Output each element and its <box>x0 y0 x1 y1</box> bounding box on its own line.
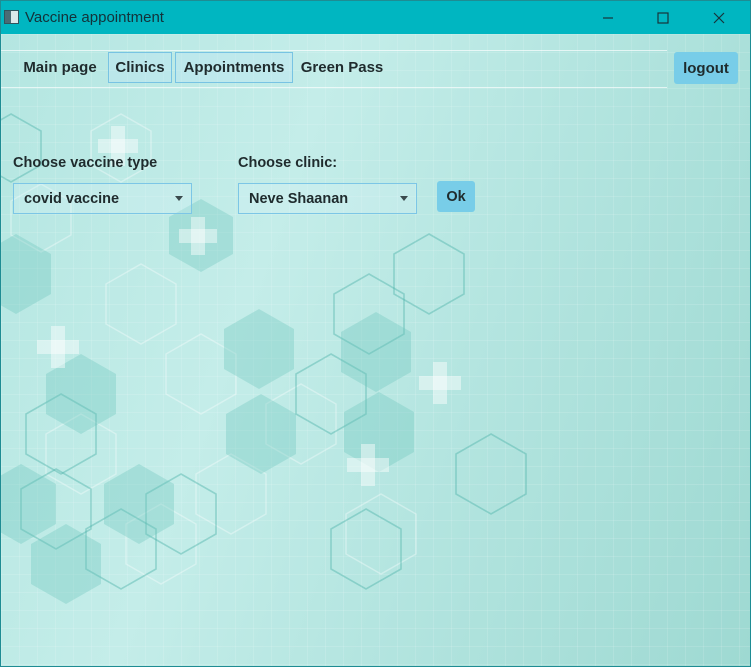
hexagon-background-pattern <box>1 113 527 604</box>
clinic-label: Choose clinic: <box>238 155 338 171</box>
vaccine-type-label: Choose vaccine type <box>13 155 158 171</box>
vaccine-type-select[interactable]: covid vaccine <box>13 183 192 214</box>
nav-green-pass[interactable]: Green Pass <box>299 52 385 83</box>
main-content: Main page Clinics Appointments Green Pas… <box>1 34 750 666</box>
close-icon <box>713 12 725 23</box>
title-bar[interactable]: Vaccine appointment <box>1 1 750 34</box>
maximize-button[interactable] <box>640 1 686 34</box>
nav-appointments[interactable]: Appointments <box>175 52 293 83</box>
maximize-icon <box>657 11 669 24</box>
nav-top-divider <box>1 50 667 51</box>
minimize-button[interactable] <box>585 1 631 34</box>
nav-clinics[interactable]: Clinics <box>108 52 172 83</box>
app-window-icon <box>4 10 19 24</box>
close-button[interactable] <box>696 1 742 34</box>
ok-button[interactable]: Ok <box>437 181 475 212</box>
chevron-down-icon <box>400 196 408 201</box>
nav-bottom-divider <box>1 87 667 88</box>
clinic-select[interactable]: Neve Shaanan <box>238 183 417 214</box>
clinic-value: Neve Shaanan <box>249 191 349 207</box>
nav-main-page[interactable]: Main page <box>17 52 103 83</box>
app-window: Vaccine appointment Main page Clinics Ap… <box>0 0 751 667</box>
logout-button[interactable]: logout <box>674 52 738 84</box>
vaccine-type-value: covid vaccine <box>24 191 120 207</box>
window-title: Vaccine appointment <box>25 9 164 26</box>
chevron-down-icon <box>175 196 183 201</box>
minimize-icon <box>603 16 613 19</box>
